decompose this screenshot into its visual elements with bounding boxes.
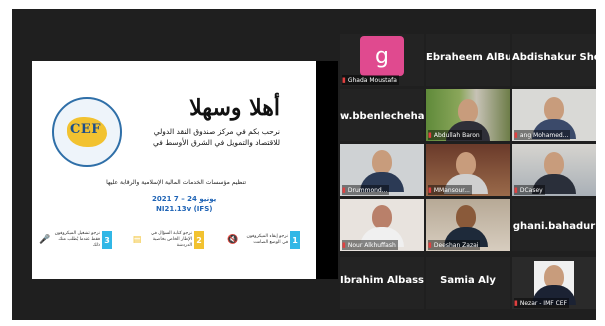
participant-tile-mansour[interactable]: ▮ MMansour... — [426, 144, 510, 196]
participant-label: ▮ Nour Alkhuffash — [342, 240, 398, 250]
participant-name: Nour Alkhuffash — [347, 241, 396, 249]
participant-name: Ebraheem AlBu... — [426, 52, 510, 63]
person-face — [458, 99, 478, 123]
tip-text: نرجو تشغيل الميكروفون فقط عندما يُطلب من… — [54, 231, 100, 248]
tip-text: نرجو كتابة السؤال في الإطار الخاص بخاصية… — [150, 231, 192, 248]
participant-label: ▮ Drummond... — [342, 185, 390, 195]
participant-tile-ghada[interactable]: g ▮ Ghada Moustafa — [340, 34, 424, 86]
participant-tile-benlechehab[interactable]: w.bbenlechehab — [340, 89, 424, 141]
participant-tile-samia[interactable]: Samia Aly — [426, 257, 510, 309]
cef-logo: CEF — [52, 97, 122, 167]
mic-muted-icon: ▮ — [428, 241, 432, 249]
tip-number: 1 — [290, 231, 300, 249]
tip-number: 3 — [102, 231, 112, 249]
person-face — [544, 97, 564, 121]
mic-muted-icon: ▮ — [342, 241, 346, 249]
participant-tile-drummond[interactable]: ▮ Drummond... — [340, 144, 424, 196]
participant-tile-ghani[interactable]: ghani.bahadur — [512, 199, 596, 251]
avatar: g — [360, 36, 404, 76]
participant-name: Samia Aly — [440, 275, 496, 286]
tip-3: 🎤 نرجو تشغيل الميكروفون فقط عندما يُطلب … — [39, 229, 112, 251]
participant-name: DCasey — [519, 186, 543, 194]
mic-muted-icon: ▮ — [514, 131, 518, 139]
tip-1: 🔇 نرجو إبقاء الميكروفون في الوضع الصامت … — [227, 229, 300, 251]
person-face — [544, 152, 564, 176]
participant-name: Drummond... — [347, 186, 388, 194]
participant-label: ▮ Nezar - IMF CEF — [514, 298, 570, 308]
slide-title: أهلا وسهلا — [189, 95, 280, 121]
chat-icon: ▤ — [132, 235, 142, 245]
participant-tile-dcasey[interactable]: ▮ DCasey — [512, 144, 596, 196]
participant-tile-nour[interactable]: ▮ Nour Alkhuffash — [340, 199, 424, 251]
participant-label: ▮ Deeshan Zazai — [428, 240, 481, 250]
participant-name: Ibrahim Albassa... — [340, 275, 424, 286]
participant-label: ▮ Abdullah Baron — [428, 130, 482, 140]
mic-icon: 🎤 — [39, 235, 51, 245]
mic-muted-icon: ▮ — [342, 76, 346, 84]
participant-name: ang Mohamed... — [519, 131, 569, 139]
participant-label: ▮ ang Mohamed... — [514, 130, 571, 140]
person-face — [372, 205, 392, 229]
slide-date: 2021 يونيو 24 – 7 — [152, 195, 217, 203]
mic-muted-icon: ▮ — [514, 299, 518, 307]
participant-tile-nezar[interactable]: ▮ Nezar - IMF CEF — [512, 257, 596, 309]
person-face — [456, 205, 476, 229]
participant-name: Ghada Moustafa — [347, 76, 397, 84]
mic-off-icon: 🔇 — [227, 235, 239, 245]
mic-muted-icon: ▮ — [514, 186, 518, 194]
slide-subtitle: تنظيم مؤسسات الخدمات المالية الإسلامية و… — [106, 179, 246, 186]
mic-muted-icon: ▮ — [428, 131, 432, 139]
tip-text: نرجو إبقاء الميكروفون في الوضع الصامت — [246, 234, 288, 245]
participant-tile-ibrahim[interactable]: Ibrahim Albassa... — [340, 257, 424, 309]
person-face — [456, 152, 476, 176]
participant-name: MMansour... — [433, 186, 470, 194]
shared-slide: CEF أهلا وسهلا نرحب بكم في مركز صندوق ال… — [32, 61, 316, 279]
participant-tile-deeshan[interactable]: ▮ Deeshan Zazai — [426, 199, 510, 251]
logo-text: CEF — [70, 122, 101, 137]
participant-name: w.bbenlechehab — [340, 111, 424, 122]
person-face — [372, 150, 392, 174]
participant-label: ▮ MMansour... — [428, 185, 472, 195]
participant-label: ▮ DCasey — [514, 185, 545, 195]
tip-number: 2 — [194, 231, 204, 249]
participant-name: ghani.bahadur — [512, 221, 596, 232]
participant-name: Deeshan Zazai — [433, 241, 479, 249]
slide-line-2: للاقتصاد والتمويل في الشرق الأوسط في — [153, 138, 280, 147]
participant-name: Abdullah Baron — [433, 131, 480, 139]
participant-name: Nezar - IMF CEF — [519, 299, 568, 307]
participant-tile-mohamed[interactable]: ▮ ang Mohamed... — [512, 89, 596, 141]
participant-tile-abdishakur[interactable]: Abdishakur She... — [512, 34, 596, 86]
participant-tile-ebraheem[interactable]: Ebraheem AlBu... — [426, 34, 510, 86]
mic-muted-icon: ▮ — [428, 186, 432, 194]
participant-name: Abdishakur She... — [512, 52, 596, 63]
participant-label: ▮ Ghada Moustafa — [342, 75, 399, 85]
mic-muted-icon: ▮ — [342, 186, 346, 194]
participant-tile-abdullah[interactable]: ▮ Abdullah Baron — [426, 89, 510, 141]
slide-code: NI21.13v (IFS) — [156, 205, 213, 213]
slide-letterbox — [316, 61, 338, 279]
tip-2: ▤ نرجو كتابة السؤال في الإطار الخاص بخاص… — [132, 229, 204, 251]
meeting-window: CEF أهلا وسهلا نرحب بكم في مركز صندوق ال… — [12, 9, 596, 320]
slide-line-1: نرحب بكم في مركز صندوق النقد الدولي — [153, 127, 280, 136]
